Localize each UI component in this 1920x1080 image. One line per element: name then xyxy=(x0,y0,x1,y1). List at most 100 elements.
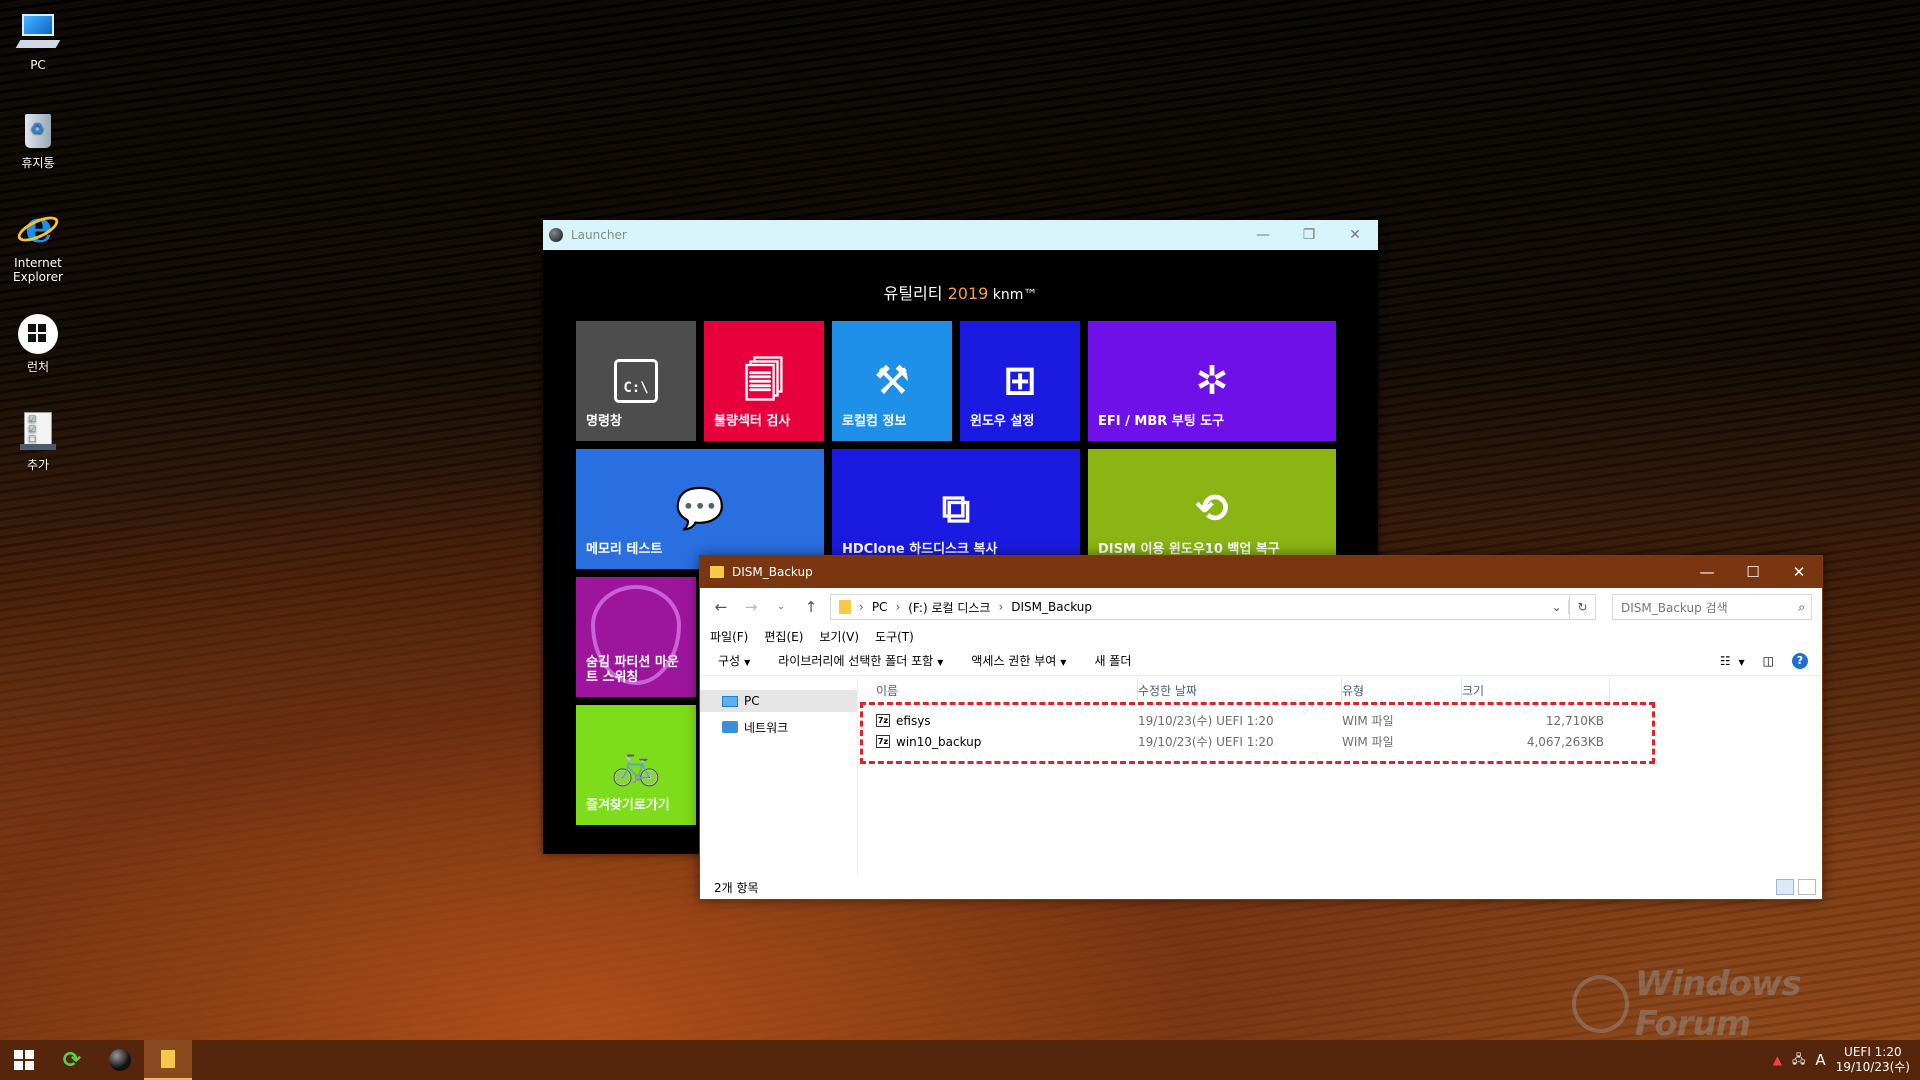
desktop-icon-label: 런처 xyxy=(26,360,50,374)
forward-arrow-icon[interactable]: → xyxy=(740,598,762,616)
tray-arrow-icon[interactable]: ▲ xyxy=(1773,1053,1782,1067)
tile-hidden-partition-mount[interactable]: 숨김 파티션 마운트 스위칭 xyxy=(576,577,696,697)
organize-label: 구성 xyxy=(718,654,741,668)
caret-down-icon: ▼ xyxy=(1060,658,1067,667)
help-icon[interactable]: ? xyxy=(1792,652,1808,669)
share-label: 액세스 권한 부여 xyxy=(971,654,1057,668)
red-dashed-highlight xyxy=(860,702,1655,764)
details-view-icon[interactable] xyxy=(1776,879,1794,895)
breadcrumb-drive[interactable]: (F:) 로컬 디스크 xyxy=(908,599,990,616)
nav-item-network[interactable]: 네트워크 xyxy=(700,716,857,738)
taskbar-app-refresh[interactable]: ⟳ xyxy=(48,1040,96,1080)
tile-windows-settings[interactable]: ⊞ 윈도우 설정 xyxy=(960,321,1080,441)
recent-dropdown-icon[interactable]: ⌄ xyxy=(770,602,792,612)
launcher-titlebar[interactable]: Launcher — ❐ ✕ xyxy=(543,220,1378,250)
windows-logo-icon xyxy=(14,1050,34,1070)
menu-tools[interactable]: 도구(T) xyxy=(875,628,914,645)
tile-efi-mbr-boot-tool[interactable]: ✲ EFI / MBR 부팅 도구 xyxy=(1088,321,1336,441)
tile-label: 불량섹터 검사 xyxy=(714,414,791,429)
tile-label: EFI / MBR 부팅 도구 xyxy=(1098,414,1225,429)
desktop-icon-pc[interactable]: PC xyxy=(8,10,68,72)
breadcrumb-pc[interactable]: PC xyxy=(872,600,888,614)
share-with-button[interactable]: 액세스 권한 부여 ▼ xyxy=(971,652,1066,669)
tile-hdclone[interactable]: ⧉ HDClone 하드디스크 복사 xyxy=(832,449,1080,569)
input-language-indicator[interactable]: A xyxy=(1815,1051,1825,1069)
minimize-icon[interactable]: — xyxy=(1240,227,1286,243)
system-tray: ▲ 🖧 A UEFI 1:20 19/10/23(수) xyxy=(1773,1045,1920,1075)
new-folder-button[interactable]: 새 폴더 xyxy=(1094,652,1131,669)
column-header-size[interactable]: 크기 xyxy=(1462,678,1610,702)
cmd-icon: C:\ xyxy=(614,359,658,403)
start-button[interactable] xyxy=(0,1040,48,1080)
minimize-icon[interactable]: — xyxy=(1684,563,1730,581)
launcher-heading: 유틸리티 2019 knm™ xyxy=(543,280,1378,304)
launcher-title: Launcher xyxy=(571,228,627,242)
change-view-icon[interactable]: ☷ ▼ xyxy=(1720,654,1745,668)
desktop-icon-add[interactable]: 추가 xyxy=(8,410,68,472)
launcher-app-icon xyxy=(549,228,563,242)
network-icon xyxy=(722,721,738,733)
restore-drive-icon: ⟲ xyxy=(1195,486,1229,532)
restore-icon[interactable]: ❐ xyxy=(1286,227,1332,243)
network-tray-icon[interactable]: 🖧 xyxy=(1792,1050,1805,1071)
clock-time: UEFI 1:20 xyxy=(1844,1045,1902,1059)
column-header-type[interactable]: 유형 xyxy=(1342,678,1462,702)
desktop-icon-launcher[interactable]: 런처 xyxy=(8,312,68,374)
refresh-icon[interactable]: ↻ xyxy=(1570,594,1596,620)
preview-pane-icon[interactable]: ◫ xyxy=(1763,654,1774,668)
green-refresh-icon: ⟳ xyxy=(62,1047,82,1073)
taskbar-clock[interactable]: UEFI 1:20 19/10/23(수) xyxy=(1836,1045,1910,1075)
back-arrow-icon[interactable]: ← xyxy=(710,598,732,616)
menu-view[interactable]: 보기(V) xyxy=(819,628,859,645)
nav-item-pc[interactable]: PC xyxy=(700,690,857,712)
tile-label: 숨김 파티션 마운트 스위칭 xyxy=(586,655,679,685)
search-input[interactable]: DISM_Backup 검색 ⌕ xyxy=(1612,594,1812,620)
tile-favorites[interactable]: 🚲 즐겨찾기로가기 xyxy=(576,705,696,825)
large-icons-view-icon[interactable] xyxy=(1798,879,1816,895)
chat-bubbles-icon: 💬 xyxy=(675,486,725,532)
tile-label: 명령창 xyxy=(586,414,622,429)
tile-command-prompt[interactable]: C:\ 명령창 xyxy=(576,321,696,441)
address-bar[interactable]: › PC › (F:) 로컬 디스크 › DISM_Backup ⌄ xyxy=(830,594,1570,620)
menu-bar: 파일(F) 편집(E) 보기(V) 도구(T) xyxy=(700,626,1822,646)
menu-file[interactable]: 파일(F) xyxy=(710,628,748,645)
item-count: 2개 항목 xyxy=(714,880,759,895)
desktop-icon-internet-explorer[interactable]: e Internet Explorer xyxy=(8,206,68,285)
breadcrumb-folder[interactable]: DISM_Backup xyxy=(1011,600,1092,614)
heading-year: 2019 xyxy=(947,284,989,303)
tools-icon: ⚒ xyxy=(874,358,910,404)
search-placeholder: DISM_Backup 검색 xyxy=(1621,600,1728,615)
close-icon[interactable]: ✕ xyxy=(1332,227,1378,243)
include-in-library-button[interactable]: 라이브러리에 선택한 폴더 포함 ▼ xyxy=(778,652,943,669)
desktop-icon-recycle-bin[interactable]: 휴지통 xyxy=(8,108,68,170)
recycle-bin-icon xyxy=(16,108,60,152)
taskbar-app-launcher[interactable] xyxy=(96,1040,144,1080)
watermark-text: Windows Forum xyxy=(1634,964,1802,1044)
breadcrumb-sep: › xyxy=(895,600,901,614)
address-dropdown-icon[interactable]: ⌄ xyxy=(1545,600,1569,614)
organize-button[interactable]: 구성 ▼ xyxy=(718,652,750,669)
tile-local-pc-info[interactable]: ⚒ 로컬컴 정보 xyxy=(832,321,952,441)
explorer-body: PC 네트워크 이름 수정한 날짜 유형 크기 7z efisys 19/10/2… xyxy=(700,678,1822,875)
folder-icon xyxy=(839,600,851,614)
folder-icon xyxy=(161,1050,175,1068)
column-header-name[interactable]: 이름 xyxy=(876,678,1138,702)
heading-prefix: 유틸리티 xyxy=(883,284,948,303)
tile-bad-sector-check[interactable]: 🗐 불량섹터 검사 xyxy=(704,321,824,441)
menu-edit[interactable]: 편집(E) xyxy=(764,628,803,645)
breadcrumb-sep: › xyxy=(859,600,864,614)
column-header-date[interactable]: 수정한 날짜 xyxy=(1138,678,1342,702)
tile-label: 즐겨찾기로가기 xyxy=(586,798,670,813)
explorer-titlebar[interactable]: DISM_Backup — ☐ ✕ xyxy=(700,556,1822,588)
windows-forum-logo-icon xyxy=(1572,975,1629,1033)
caret-down-icon: ▼ xyxy=(937,658,944,667)
maximize-icon[interactable]: ☐ xyxy=(1730,563,1776,581)
close-icon[interactable]: ✕ xyxy=(1776,563,1822,581)
taskbar: ⟳ ▲ 🖧 A UEFI 1:20 19/10/23(수) xyxy=(0,1040,1920,1080)
tile-dism-backup-restore[interactable]: ⟲ DISM 이용 윈도우10 백업 복구 xyxy=(1088,449,1336,569)
up-arrow-icon[interactable]: ↑ xyxy=(800,598,822,616)
desktop-icon-label: 휴지통 xyxy=(21,156,55,170)
address-toolbar: ← → ⌄ ↑ › PC › (F:) 로컬 디스크 › DISM_Backup… xyxy=(700,588,1822,626)
tile-memory-test[interactable]: 💬 메모리 테스트 xyxy=(576,449,824,569)
taskbar-app-explorer[interactable] xyxy=(144,1040,192,1080)
